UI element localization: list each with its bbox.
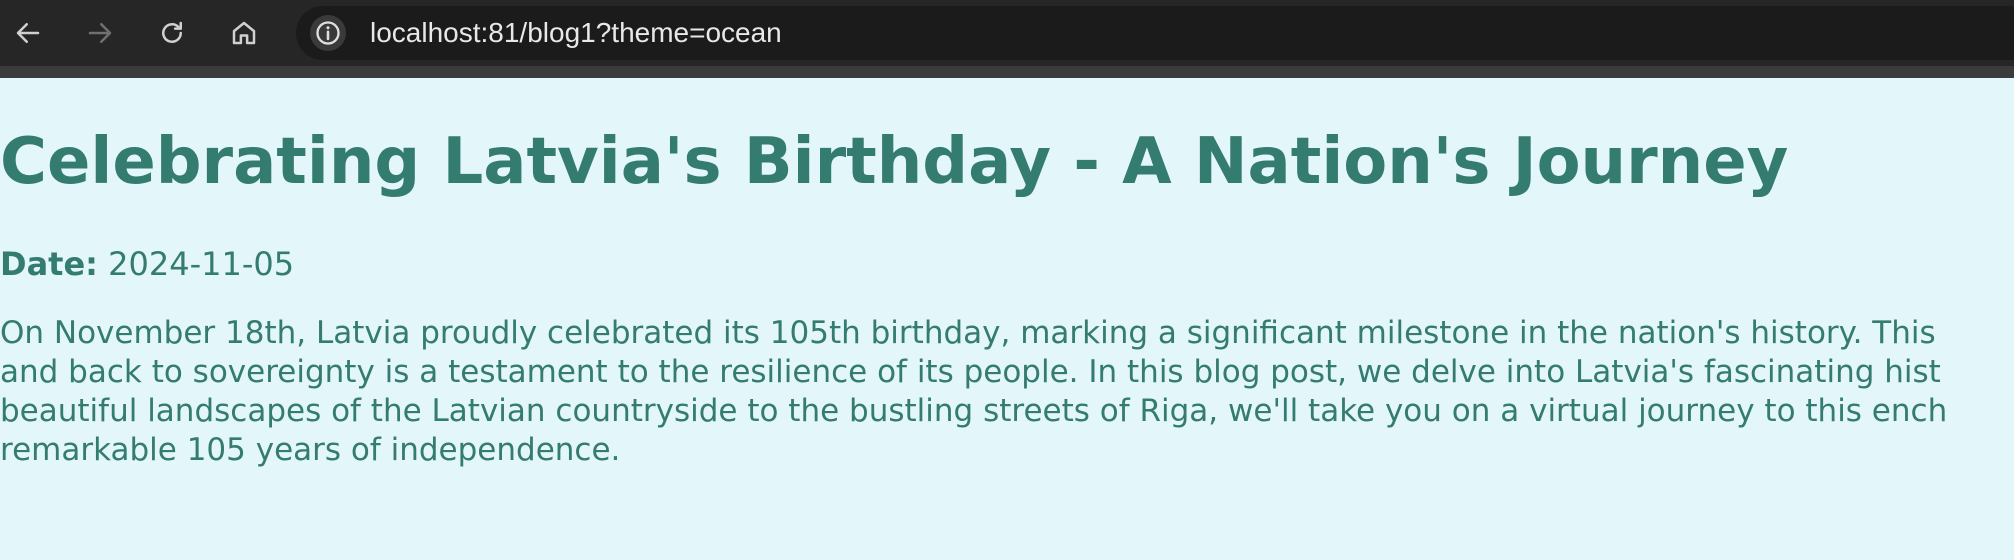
arrow-right-icon (88, 23, 112, 43)
info-icon (316, 21, 340, 45)
reload-button[interactable] (152, 13, 192, 53)
back-button[interactable] (8, 13, 48, 53)
post-date: Date: 2024-11-05 (0, 244, 294, 284)
reload-icon (162, 21, 182, 43)
forward-button[interactable] (80, 13, 120, 53)
browser-toolbar: localhost:81/blog1?theme=ocean (0, 0, 2014, 66)
toolbar-divider (0, 66, 2014, 78)
body-line: remarkable 105 years of independence. (0, 432, 621, 468)
date-label: Date: (0, 245, 98, 283)
arrow-left-icon (16, 23, 40, 43)
date-value: 2024-11-05 (108, 245, 295, 283)
home-icon (232, 21, 256, 45)
body-line: On November 18th, Latvia proudly celebra… (0, 315, 1936, 351)
blog-page: Celebrating Latvia's Birthday - A Nation… (0, 78, 2014, 560)
body-line: beautiful landscapes of the Latvian coun… (0, 393, 1948, 429)
url-text[interactable]: localhost:81/blog1?theme=ocean (370, 6, 782, 60)
post-body: On November 18th, Latvia proudly celebra… (0, 314, 1947, 470)
body-line: and back to sovereignty is a testament t… (0, 354, 1941, 390)
address-bar[interactable]: localhost:81/blog1?theme=ocean (296, 6, 2014, 60)
post-title: Celebrating Latvia's Birthday - A Nation… (0, 125, 1789, 199)
site-info-button[interactable] (310, 15, 346, 51)
home-button[interactable] (224, 13, 264, 53)
